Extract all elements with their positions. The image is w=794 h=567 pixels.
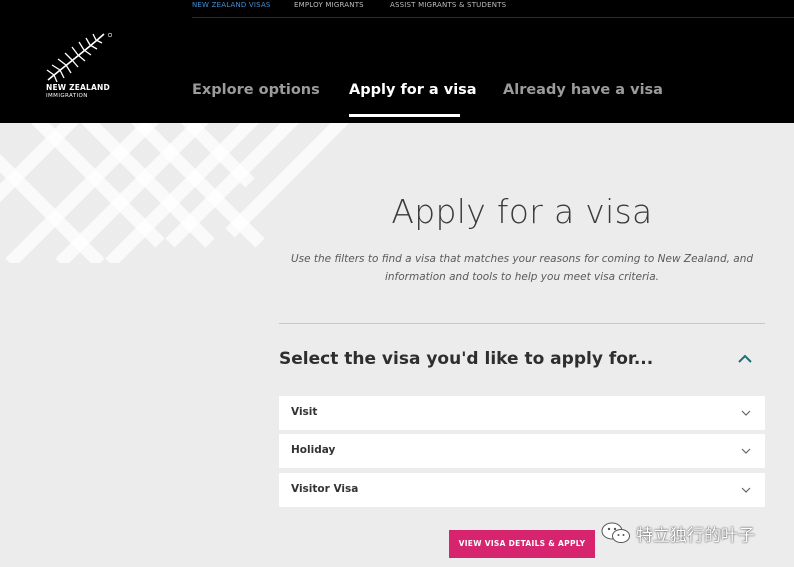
util-link-employ-migrants[interactable]: EMPLOY MIGRANTS (294, 1, 364, 9)
logo-subtitle: IMMIGRATION (46, 93, 88, 99)
collapse-toggle-button[interactable] (735, 350, 755, 366)
description-line: information and tools to help you meet v… (384, 271, 659, 283)
active-tab-indicator (349, 114, 460, 117)
option-label: Visit (291, 406, 318, 418)
page-description: Use the filters to find a visa that matc… (290, 250, 754, 286)
visa-option-visit[interactable]: Visit (279, 396, 765, 430)
chevron-down-icon (741, 448, 751, 454)
wechat-icon (601, 522, 630, 543)
utility-nav: NEW ZEALAND VISAS EMPLOY MIGRANTS ASSIST… (192, 0, 794, 18)
section-divider (279, 323, 765, 324)
visa-selector-heading: Select the visa you'd like to apply for.… (279, 349, 654, 369)
silver-fern-icon (46, 32, 113, 82)
tab-already-have-a-visa[interactable]: Already have a visa (503, 82, 663, 98)
chevron-down-icon (741, 487, 751, 493)
visa-option-holiday[interactable]: Holiday (279, 434, 765, 468)
site-header: NEW ZEALAND VISAS EMPLOY MIGRANTS ASSIST… (0, 0, 794, 123)
view-visa-details-apply-button[interactable]: VIEW VISA DETAILS & APPLY (449, 530, 595, 558)
tab-apply-for-a-visa[interactable]: Apply for a visa (349, 82, 477, 98)
util-link-assist-migrants[interactable]: ASSIST MIGRANTS & STUDENTS (390, 1, 506, 9)
tab-explore-options[interactable]: Explore options (192, 82, 320, 98)
visa-option-visitor-visa[interactable]: Visitor Visa (279, 473, 765, 507)
logo-name: NEW ZEALAND (46, 83, 110, 92)
option-label: Visitor Visa (291, 483, 359, 495)
util-link-new-zealand-visas[interactable]: NEW ZEALAND VISAS (192, 1, 271, 9)
option-label: Holiday (291, 444, 336, 456)
page-title: Apply for a visa (391, 192, 653, 231)
chevron-down-icon (741, 410, 751, 416)
chevron-up-icon (738, 354, 752, 363)
watermark-text: 特立独行的叶子 (636, 526, 755, 546)
description-line: Use the filters to find a visa that matc… (290, 253, 754, 265)
nz-immigration-logo[interactable]: NEW ZEALAND IMMIGRATION (44, 32, 118, 102)
watermark: 特立独行的叶子 (600, 518, 785, 548)
